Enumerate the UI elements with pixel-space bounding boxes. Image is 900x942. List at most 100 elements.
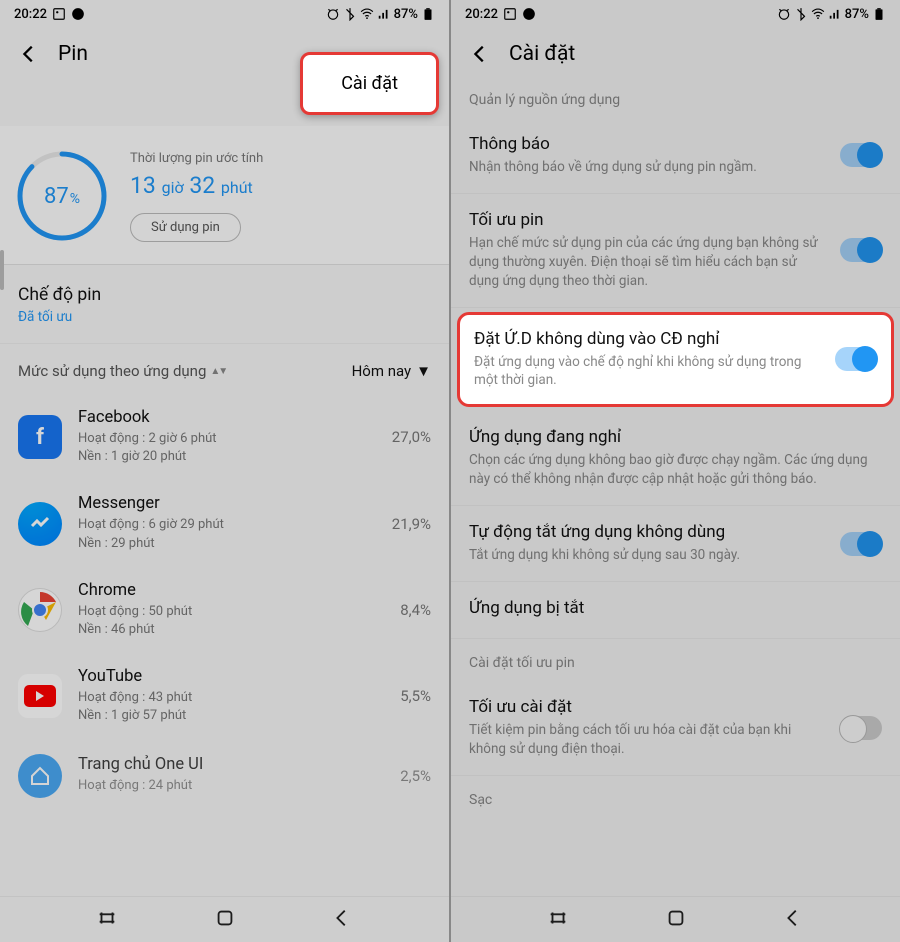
setting-optimize-settings[interactable]: Tối ưu cài đặt Tiết kiệm pin bằng cách t… [451,681,900,776]
app-active-time: Hoạt động : 50 phút [78,603,384,621]
setting-title: Thông báo [469,134,826,154]
app-row-youtube[interactable]: YouTube Hoạt động : 43 phút Nền : 1 giờ … [0,653,449,739]
status-time: 20:22 [14,7,47,22]
bluetooth-icon [794,7,808,21]
settings-popup[interactable]: Cài đặt [300,52,439,115]
nav-back[interactable] [331,907,353,933]
battery-pct-unit: % [70,185,80,207]
app-row-chrome[interactable]: Chrome Hoạt động : 50 phút Nền : 46 phút… [0,567,449,653]
setting-disabled-apps[interactable]: Ứng dụng bị tắt [451,582,900,639]
period-selector[interactable]: Hôm nay ▼ [352,362,431,380]
setting-title: Tự động tắt ứng dụng không dùng [469,522,826,542]
spotify-icon [71,7,85,21]
setting-optimize-battery[interactable]: Tối ưu pin Hạn chế mức sử dụng pin của c… [451,194,900,308]
sort-arrows-icon: ▲▼ [210,366,226,377]
status-battery-pct: 87% [394,7,418,22]
battery-summary: 87% Thời lượng pin ước tính 13 giờ 32 ph… [0,126,449,265]
app-name: Facebook [78,408,376,427]
setting-desc: Đặt ứng dụng vào chế độ nghỉ khi không s… [474,353,821,391]
setting-desc: Nhận thông báo về ứng dụng sử dụng pin n… [469,158,826,177]
setting-desc: Tiết kiệm pin bằng cách tối ưu hóa cài đ… [469,721,826,759]
alarm-icon [326,7,340,21]
app-active-time: Hoạt động : 24 phút [78,777,384,795]
battery-ring: 87% [14,148,110,244]
toggle-sleep-apps[interactable] [835,347,877,371]
battery-icon [421,7,435,21]
app-row-messenger[interactable]: Messenger Hoạt động : 6 giờ 29 phút Nền … [0,480,449,566]
toggle-optimize-settings[interactable] [840,716,882,740]
back-button[interactable] [18,43,40,65]
app-row-facebook[interactable]: f Facebook Hoạt động : 2 giờ 6 phút Nền … [0,394,449,480]
setting-title: Đặt Ứ.D không dùng vào CĐ nghỉ [474,329,821,349]
setting-sleeping-apps[interactable]: Ứng dụng đang nghỉ Chọn các ứng dụng khô… [451,411,900,506]
bluetooth-icon [343,7,357,21]
setting-title: Tối ưu pin [469,210,826,230]
header: Cài đặt [451,28,900,76]
app-pct: 2,5% [400,767,431,785]
app-active-time: Hoạt động : 6 giờ 29 phút [78,516,376,534]
section-header-3: Sạc [451,776,900,810]
setting-auto-disable-apps[interactable]: Tự động tắt ứng dụng không dùng Tắt ứng … [451,506,900,582]
messenger-icon [18,502,62,546]
battery-mode-row[interactable]: Chế độ pin Đã tối ưu [0,265,449,344]
setting-title: Ứng dụng bị tắt [469,598,882,618]
period-label: Hôm nay [352,362,412,380]
setting-notifications[interactable]: Thông báo Nhận thông báo về ứng dụng sử … [451,118,900,194]
setting-title: Ứng dụng đang nghỉ [469,427,882,447]
est-label: Thời lượng pin ước tính [130,151,435,166]
setting-desc: Chọn các ứng dụng không bao giờ được chạ… [469,451,882,489]
usage-sort[interactable]: Mức sử dụng theo ứng dụng ▲▼ [18,362,226,380]
toggle-auto-disable[interactable] [840,532,882,556]
back-button[interactable] [469,43,491,65]
nav-bar [451,896,900,942]
nav-back[interactable] [782,907,804,933]
battery-usage-button[interactable]: Sử dụng pin [130,213,241,242]
wifi-icon [811,7,825,21]
status-battery-pct: 87% [845,7,869,22]
status-bar: 20:22 87% [451,0,900,28]
alarm-icon [777,7,791,21]
section-header: Quản lý nguồn ứng dụng [451,76,900,118]
toggle-notifications[interactable] [840,143,882,167]
section-header-2: Cài đặt tối ưu pin [451,639,900,681]
setting-sleep-unused-apps[interactable]: Đặt Ứ.D không dùng vào CĐ nghỉ Đặt ứng d… [457,312,894,408]
phone-left-battery: 20:22 87% Pin Cài đặt 87% [0,0,449,942]
app-row-oneui[interactable]: Trang chủ One UI Hoạt động : 24 phút 2,5… [0,740,449,812]
scroll-handle[interactable] [0,250,4,290]
signal-icon [377,7,391,21]
battery-icon [872,7,886,21]
battery-pct-value: 87 [44,184,69,209]
app-pct: 21,9% [392,515,431,533]
app-name: Trang chủ One UI [78,755,384,774]
app-name: YouTube [78,667,384,686]
app-active-time: Hoạt động : 2 giờ 6 phút [78,430,376,448]
est-time: 13 giờ 32 phút [130,172,435,199]
phone-right-settings: 20:22 87% Cài đặt Quản lý nguồn ứng dụng… [451,0,900,942]
setting-desc: Tắt ứng dụng khi không sử dụng sau 30 ng… [469,546,826,565]
app-bg-time: Nền : 1 giờ 57 phút [78,707,384,725]
toggle-optimize[interactable] [840,238,882,262]
status-time: 20:22 [465,7,498,22]
app-pct: 8,4% [400,601,431,619]
app-active-time: Hoạt động : 43 phút [78,689,384,707]
nav-recents[interactable] [96,907,118,933]
youtube-icon [18,674,62,718]
setting-title: Tối ưu cài đặt [469,697,826,717]
app-pct: 5,5% [400,687,431,705]
app-name: Messenger [78,494,376,513]
nav-home[interactable] [214,907,236,933]
app-name: Chrome [78,581,384,600]
page-title: Pin [58,42,88,66]
spotify-icon [522,7,536,21]
settings-popup-label: Cài đặt [300,52,439,115]
gallery-icon [503,7,517,21]
battery-mode-title: Chế độ pin [18,285,431,305]
app-bg-time: Nền : 46 phút [78,621,384,639]
usage-label: Mức sử dụng theo ứng dụng [18,362,206,380]
chrome-icon [18,588,62,632]
nav-home[interactable] [665,907,687,933]
app-pct: 27,0% [392,428,431,446]
nav-recents[interactable] [547,907,569,933]
setting-desc: Hạn chế mức sử dụng pin của các ứng dụng… [469,234,826,291]
nav-bar [0,896,449,942]
